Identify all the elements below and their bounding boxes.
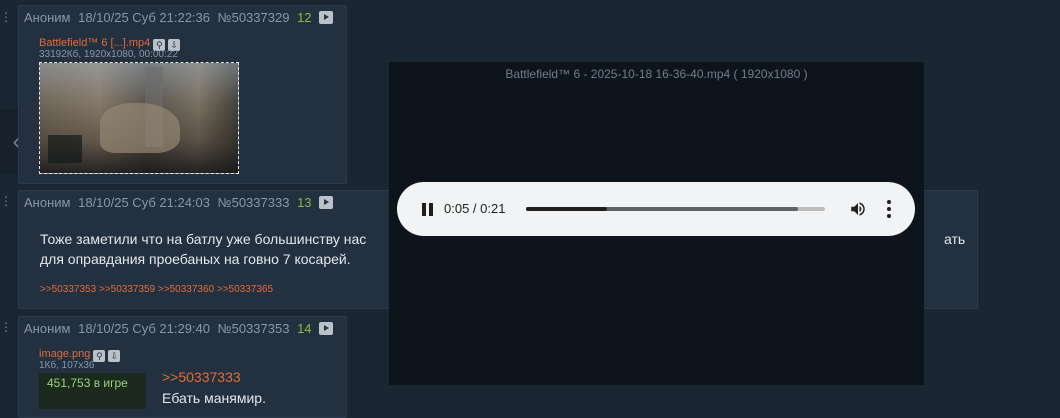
seek-bar-progress bbox=[526, 207, 607, 211]
file-link[interactable]: Battlefield™ 6 [...].mp4 bbox=[39, 37, 150, 49]
post-author: Аноним bbox=[24, 195, 71, 210]
file-meta: 33192Кб, 1920x1080, 00:00:22 bbox=[39, 49, 178, 60]
post: Аноним 18/10/25 Суб 21:22:36 №50337329 1… bbox=[18, 5, 347, 184]
seek-bar[interactable] bbox=[526, 207, 825, 211]
post-menu-icon[interactable]: ⋮ bbox=[0, 195, 14, 207]
post-datetime: 18/10/25 Суб 21:22:36 bbox=[78, 10, 211, 25]
post-header: Аноним 18/10/25 Суб 21:29:40 №50337353 1… bbox=[24, 321, 337, 336]
time-display: 0:05 / 0:21 bbox=[444, 201, 506, 216]
post-header: Аноним 18/10/25 Суб 21:22:36 №50337329 1… bbox=[24, 10, 337, 25]
play-icon[interactable] bbox=[319, 322, 334, 335]
post-header: Аноним 18/10/25 Суб 21:24:03 №50337333 1… bbox=[24, 195, 337, 210]
image-thumbnail[interactable]: 451,753 в игре bbox=[39, 373, 146, 409]
play-icon[interactable] bbox=[319, 11, 334, 24]
thumbnail-detail bbox=[100, 103, 180, 153]
reply-count: 12 bbox=[297, 10, 312, 25]
media-viewer-modal[interactable]: Battlefield™ 6 - 2025-10-18 16-36-40.mp4… bbox=[389, 62, 924, 385]
post-text-fragment: ать bbox=[944, 231, 966, 247]
post-datetime: 18/10/25 Суб 21:24:03 bbox=[78, 195, 211, 210]
post-author: Аноним bbox=[24, 321, 71, 336]
post-author: Аноним bbox=[24, 10, 71, 25]
pause-icon[interactable] bbox=[422, 203, 434, 216]
file-link[interactable]: image.png bbox=[39, 348, 90, 360]
post: Аноним 18/10/25 Суб 21:29:40 №50337353 1… bbox=[18, 316, 347, 418]
more-options-icon[interactable] bbox=[887, 200, 891, 218]
post-text-line: для оправдания проебаных на говно 7 коса… bbox=[40, 251, 351, 267]
backlinks[interactable]: >>50337353 >>50337359 >>50337360 >>50337… bbox=[40, 284, 273, 295]
thumbnail-detail bbox=[48, 135, 82, 163]
reply-count: 14 bbox=[297, 321, 312, 336]
download-icon[interactable]: ⇩ bbox=[108, 350, 121, 362]
file-meta: 1Кб, 107x36 bbox=[39, 360, 95, 371]
post-number[interactable]: №50337353 bbox=[218, 321, 290, 336]
post-number[interactable]: №50337333 bbox=[218, 195, 290, 210]
post-number[interactable]: №50337329 bbox=[218, 10, 290, 25]
post-text-line: Тоже заметили что на батлу уже большинст… bbox=[40, 231, 367, 247]
post-menu-icon[interactable]: ⋮ bbox=[0, 11, 14, 23]
media-title: Battlefield™ 6 - 2025-10-18 16-36-40.mp4… bbox=[505, 67, 808, 81]
video-thumbnail[interactable] bbox=[39, 62, 239, 174]
post-text: Ебать манямир. bbox=[162, 390, 266, 406]
play-icon[interactable] bbox=[319, 196, 334, 209]
reply-count: 13 bbox=[297, 195, 312, 210]
search-icon[interactable]: ⚲ bbox=[93, 350, 106, 362]
volume-icon[interactable] bbox=[849, 200, 867, 218]
post-menu-icon[interactable]: ⋮ bbox=[0, 321, 14, 333]
post-datetime: 18/10/25 Суб 21:29:40 bbox=[78, 321, 211, 336]
media-player-controls: 0:05 / 0:21 bbox=[397, 182, 915, 236]
reply-link[interactable]: >>50337333 bbox=[162, 369, 241, 385]
